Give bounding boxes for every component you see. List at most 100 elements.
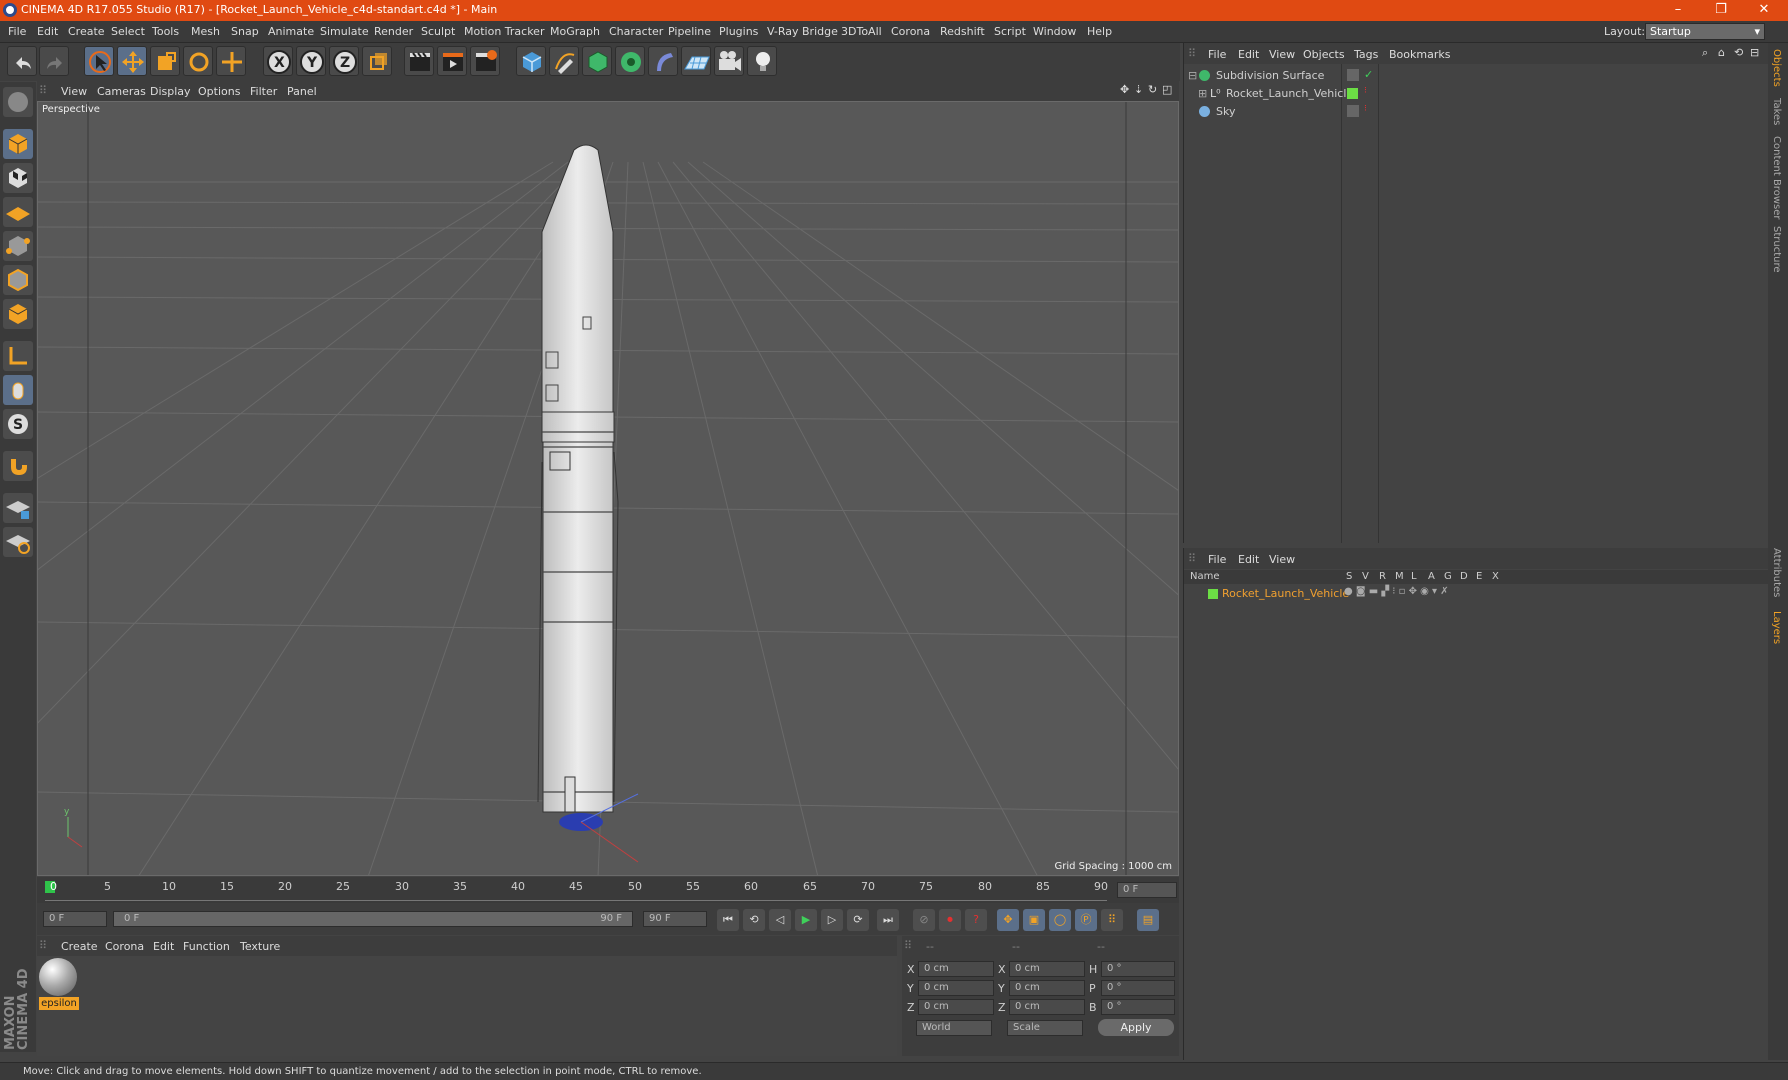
layer-tag-icon[interactable] [1347,69,1359,81]
key-parameter-button[interactable]: Ⓟ [1075,909,1097,931]
viewport-menu-cameras[interactable]: Cameras [97,85,146,98]
motion-record-button[interactable]: ⊘ [913,909,935,931]
size-z-field[interactable]: 0 cm [1009,999,1085,1015]
close-button[interactable]: ✕ [1744,0,1784,21]
menu-corona[interactable]: Corona [891,25,930,38]
viewport-rotate-icon[interactable]: ↻ [1148,83,1157,96]
viewport-menu-view[interactable]: View [61,85,87,98]
current-frame-field[interactable]: 0 F [1117,882,1177,898]
deformer-button[interactable] [648,46,678,76]
render-settings-button[interactable] [470,46,500,76]
material-menu-corona[interactable]: Corona [105,940,144,953]
menu-select[interactable]: Select [111,25,145,38]
collapse-icon[interactable]: ⊟ [1750,46,1759,59]
subdivision-surface-button[interactable] [582,46,612,76]
menu-vray-bridge[interactable]: V-Ray Bridge [767,25,838,38]
menu-render[interactable]: Render [374,25,413,38]
texture-mode-button[interactable] [3,163,33,193]
search-icon[interactable]: ⌕ [1702,46,1708,60]
render-view-button[interactable] [404,46,434,76]
play-button[interactable]: ▶ [795,909,817,931]
material-menu-create[interactable]: Create [61,940,98,953]
object-menu-view[interactable]: View [1269,48,1295,61]
next-key-button[interactable]: ⟳ [847,909,869,931]
undo-button[interactable] [7,46,37,76]
layer-tag-icon[interactable] [1347,105,1359,117]
menu-file[interactable]: File [8,25,26,38]
model-mode-button[interactable] [3,129,33,159]
menu-script[interactable]: Script [994,25,1026,38]
viewport-menu-filter[interactable]: Filter [250,85,277,98]
key-rotation-button[interactable]: ◯ [1049,909,1071,931]
layer-color-icon[interactable] [1208,589,1218,599]
material-menu-edit[interactable]: Edit [153,940,174,953]
end-frame-field[interactable]: 90 F [643,911,707,927]
solo-button[interactable]: S [3,409,33,439]
object-row-rocket-launch-vehicle[interactable]: ⊞ L⁰ Rocket_Launch_Vehicle ⁝ [1184,86,1769,104]
redo-button[interactable] [39,46,69,76]
rotation-p-field[interactable]: 0 ° [1101,980,1175,996]
tweak-mode-button[interactable] [3,375,33,405]
tab-objects[interactable]: Objects [1771,49,1782,87]
minimize-button[interactable]: – [1658,0,1698,21]
previous-frame-button[interactable]: ◁ [769,909,791,931]
position-x-field[interactable]: 0 cm [918,961,994,977]
menu-sculpt[interactable]: Sculpt [421,25,455,38]
floor-button[interactable] [681,46,711,76]
workplane-align-button[interactable] [3,527,33,557]
pen-spline-button[interactable] [549,46,579,76]
snap-button[interactable] [3,451,33,481]
menu-create[interactable]: Create [68,25,105,38]
layer-menu-edit[interactable]: Edit [1238,553,1259,566]
object-menu-bookmarks[interactable]: Bookmarks [1389,48,1450,61]
menu-mesh[interactable]: Mesh [191,25,220,38]
object-menu-objects[interactable]: Objects [1303,48,1345,61]
layer-flag-icons[interactable]: ● ◙ ▬ ▞ ⁝ ▫ ✥ ◉ ▾ ✗ [1344,586,1449,597]
key-pla-button[interactable]: ⠿ [1101,909,1123,931]
menu-simulate[interactable]: Simulate [320,25,369,38]
record-active-button[interactable]: ⏺ [939,909,961,931]
menu-mograph[interactable]: MoGraph [550,25,600,38]
size-x-field[interactable]: 0 cm [1009,961,1085,977]
object-row-sky[interactable]: Sky ⁝ [1184,104,1769,122]
z-axis-button[interactable]: Z [329,46,359,76]
material-swatch[interactable]: epsilon [39,958,79,1012]
make-editable-button[interactable] [3,87,33,117]
visibility-dots-icon[interactable]: ⁝ [1364,104,1367,114]
tab-content-browser[interactable]: Content Browser [1771,136,1782,219]
x-axis-button[interactable]: X [263,46,293,76]
timeline-ruler[interactable]: 0 5 10 15 20 25 30 35 40 45 50 55 60 65 … [37,877,1179,903]
menu-character[interactable]: Character [609,25,663,38]
back-icon[interactable]: ⟲ [1734,46,1743,59]
workplane-lock-button[interactable] [3,493,33,523]
menu-snap[interactable]: Snap [231,25,259,38]
viewport-menu-display[interactable]: Display [150,85,191,98]
viewport-maximize-icon[interactable]: ◰ [1162,83,1172,96]
home-icon[interactable]: ⌂ [1718,46,1725,59]
position-z-field[interactable]: 0 cm [918,999,994,1015]
key-scale-button[interactable]: ▣ [1023,909,1045,931]
layer-name[interactable]: Rocket_Launch_Vehicle [1222,587,1349,600]
maximize-button[interactable]: ❐ [1701,0,1741,21]
viewport-menu-panel[interactable]: Panel [287,85,317,98]
viewport-zoom-icon[interactable]: ⇣ [1134,83,1143,96]
polygons-mode-button[interactable] [3,299,33,329]
menu-redshift[interactable]: Redshift [940,25,985,38]
object-menu-tags[interactable]: Tags [1354,48,1378,61]
timeline-track[interactable]: 0 5 10 15 20 25 30 35 40 45 50 55 60 65 … [45,879,1108,901]
render-picture-viewer-button[interactable] [437,46,467,76]
menu-edit[interactable]: Edit [37,25,58,38]
perspective-viewport[interactable]: y Perspective Grid Spacing : 1000 cm [37,101,1179,876]
enabled-check-icon[interactable]: ✓ [1364,68,1373,81]
position-y-field[interactable]: 0 cm [918,980,994,996]
go-to-start-button[interactable]: ⏮ [717,909,739,931]
start-frame-field[interactable]: 0 F [43,911,107,927]
material-menu-function[interactable]: Function [183,940,230,953]
tab-layers[interactable]: Layers [1771,611,1782,644]
layer-menu-file[interactable]: File [1208,553,1226,566]
menu-help[interactable]: Help [1087,25,1112,38]
menu-plugins[interactable]: Plugins [719,25,758,38]
menu-animate[interactable]: Animate [268,25,314,38]
rotation-h-field[interactable]: 0 ° [1101,961,1175,977]
frame-range-slider[interactable]: 0 F 90 F [113,911,633,927]
